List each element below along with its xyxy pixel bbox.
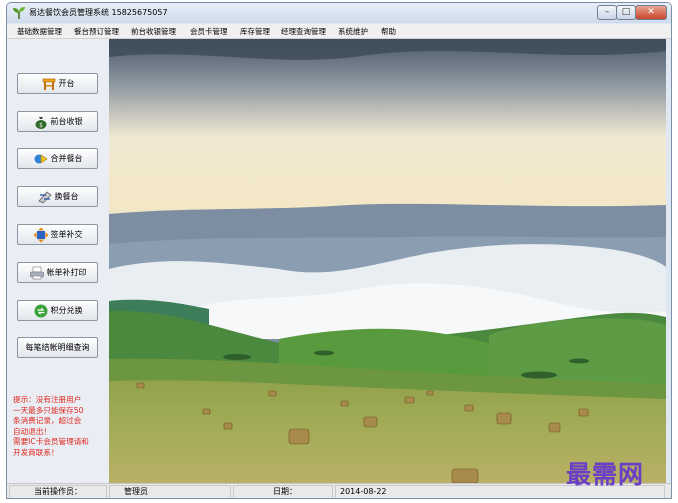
printer-icon (29, 266, 44, 279)
money-bag-icon: $ (35, 116, 46, 129)
window-title: 易达餐饮会员管理系统 15825675057 (29, 8, 168, 17)
hint-line: 一天最多只能保存50 (13, 405, 84, 415)
hint-line: 自动退出！ (13, 426, 51, 436)
hint-line: 开发商联系！ (13, 447, 59, 457)
operator-value-cell: 管理员 (109, 485, 231, 498)
title-bar[interactable]: 易达餐饮会员管理系统 15825675057 – □ ✕ (7, 3, 671, 23)
menu-inventory[interactable]: 库存管理 (240, 26, 270, 37)
hint-line: 需要IC卡会员管理请和 (13, 437, 89, 447)
menu-system-maintenance[interactable]: 系统维护 (338, 26, 368, 37)
arrows-icon (33, 227, 48, 242)
menu-bar: 基础数据管理 餐台预订管理 前台收银管理 会员卡管理 库存管理 经理查询管理 系… (7, 24, 671, 39)
hint-line: 条消费记录，超过会 (13, 416, 82, 426)
change-table-button[interactable]: 换餐台 (17, 186, 98, 207)
change-table-label: 换餐台 (54, 192, 79, 201)
menu-table-booking[interactable]: 餐台预订管理 (74, 26, 119, 37)
app-window: 易达餐饮会员管理系统 15825675057 – □ ✕ 基础数据管理 餐台预订… (6, 2, 672, 499)
sign-bill-button[interactable]: 签单补交 (17, 224, 98, 245)
minimize-button[interactable]: – (597, 5, 617, 20)
menu-front-cashier[interactable]: 前台收银管理 (131, 26, 176, 37)
landscape-illustration (109, 39, 666, 483)
exchange-icon (34, 304, 47, 317)
merge-tables-label: 合并餐台 (50, 154, 83, 163)
sidebar: 开台 $ 前台收银 合并餐台 换餐台 签单补交 帐单补打印 积分兑换 每笔结帐明… (7, 39, 110, 483)
menu-help[interactable]: 帮助 (381, 26, 396, 37)
background-landscape-image (109, 39, 666, 483)
reprint-bill-label: 帐单补打印 (46, 268, 87, 277)
watermark-logo: 最需网 (566, 460, 645, 489)
merge-tables-button[interactable]: 合并餐台 (17, 148, 98, 169)
open-table-label: 开台 (58, 79, 75, 88)
date-label: 日期： (273, 487, 297, 496)
date-value: 2014-08-22 (340, 487, 387, 496)
operator-value: 管理员 (124, 487, 148, 496)
reprint-bill-button[interactable]: 帐单补打印 (17, 262, 98, 283)
operator-label-cell: 当前操作员： (9, 485, 107, 498)
swap-icon (37, 191, 52, 203)
app-logo-icon (13, 7, 25, 19)
points-exchange-button[interactable]: 积分兑换 (17, 300, 98, 321)
hint-line: 提示：没有注册用户 (13, 395, 82, 404)
operator-label: 当前操作员： (34, 487, 82, 496)
open-table-button[interactable]: 开台 (17, 73, 98, 94)
maximize-button[interactable]: □ (616, 5, 636, 20)
checkout-detail-query-label: 每笔结帐明细查询 (25, 343, 90, 352)
front-cashier-button[interactable]: $ 前台收银 (17, 111, 98, 132)
registration-hint: 提示：没有注册用户 一天最多只能保存50 条消费记录，超过会 自动退出！ 需要I… (13, 395, 103, 459)
menu-member-card[interactable]: 会员卡管理 (190, 26, 228, 37)
close-button[interactable]: ✕ (635, 5, 667, 20)
merge-icon (34, 153, 48, 164)
sign-bill-label: 签单补交 (50, 230, 83, 239)
date-label-cell: 日期： (233, 485, 333, 498)
points-exchange-label: 积分兑换 (50, 306, 83, 315)
menu-basic-data[interactable]: 基础数据管理 (17, 26, 62, 37)
front-cashier-label: 前台收银 (50, 117, 83, 126)
menu-manager-query[interactable]: 经理查询管理 (281, 26, 326, 37)
checkout-detail-query-button[interactable]: 每笔结帐明细查询 (17, 337, 98, 358)
table-icon (42, 78, 55, 90)
svg-text:$: $ (39, 122, 43, 129)
